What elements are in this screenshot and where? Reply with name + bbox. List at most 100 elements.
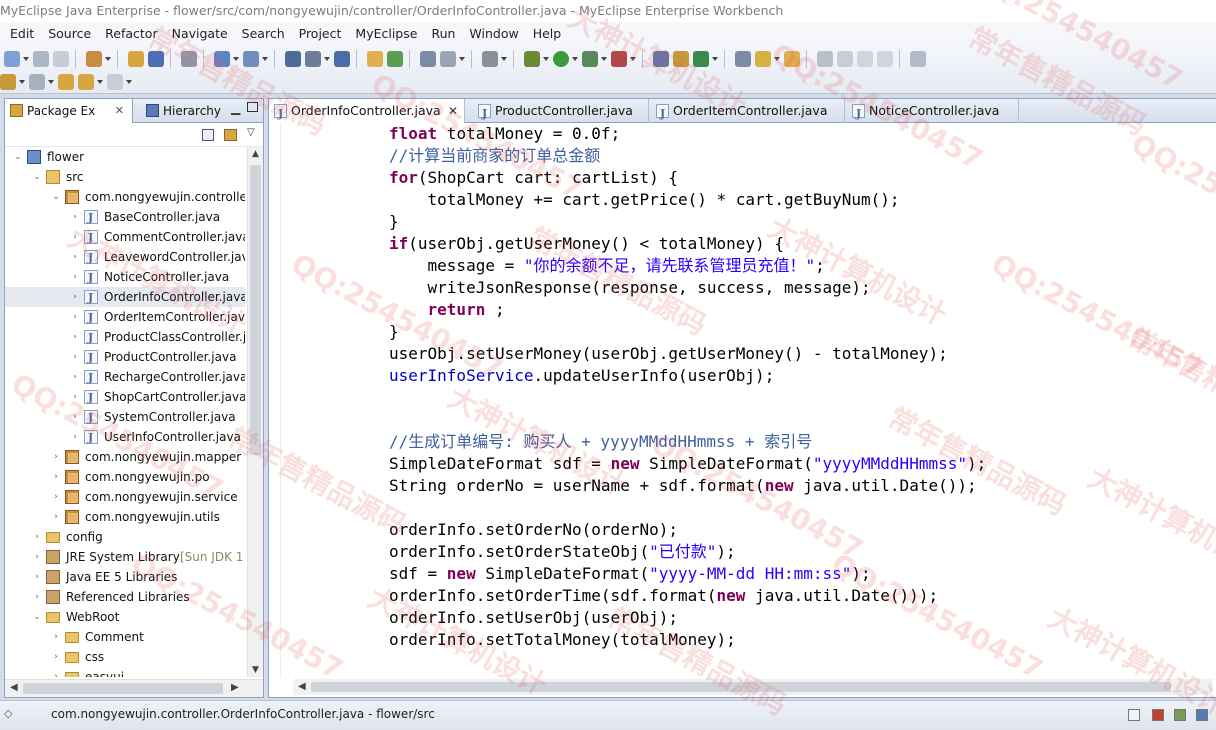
expand-right-icon[interactable]: › <box>32 547 42 567</box>
expand-right-icon[interactable]: › <box>32 527 42 547</box>
new-project-icon[interactable] <box>387 50 403 67</box>
menu-run[interactable]: Run <box>431 26 455 41</box>
tree-item[interactable]: › UserInfoController.java <box>5 427 245 448</box>
expand-right-icon[interactable]: › <box>70 347 80 367</box>
chevron-down-icon[interactable] <box>105 56 111 61</box>
tab-package-explorer[interactable]: Package Ex ✕ <box>5 99 133 123</box>
scroll-right-icon[interactable]: ▶ <box>231 682 239 693</box>
code-line[interactable]: message = "你的余额不足，请先联系管理员充值！"; <box>389 255 825 277</box>
run-config-icon[interactable] <box>582 50 598 67</box>
tree-item[interactable]: ⌄ WebRoot <box>5 607 245 627</box>
explorer-icon[interactable] <box>440 50 456 67</box>
expand-right-icon[interactable]: › <box>70 327 80 347</box>
expand-right-icon[interactable]: › <box>70 247 80 267</box>
code-line[interactable]: userObj.setUserMoney(userObj.getUserMone… <box>389 343 948 365</box>
expand-right-icon[interactable]: › <box>70 227 80 247</box>
code-line[interactable]: return ; <box>389 299 505 321</box>
new-interface-icon[interactable] <box>693 50 709 67</box>
annotation-icon[interactable] <box>837 50 853 67</box>
deploy-icon[interactable] <box>285 50 301 67</box>
expand-right-icon[interactable]: › <box>70 207 80 227</box>
back-icon[interactable] <box>78 73 94 90</box>
code-line[interactable]: float totalMoney = 0.0f; <box>389 123 620 145</box>
tree-item[interactable]: › Referenced Libraries <box>5 587 245 607</box>
status-icon-4[interactable] <box>1196 709 1208 721</box>
code-line[interactable]: } <box>389 321 399 343</box>
scrollbar-thumb[interactable] <box>250 165 261 455</box>
tab-notice-controller[interactable]: NoticeController.java <box>847 99 1019 126</box>
chevron-down-icon[interactable] <box>324 56 330 61</box>
tree-item[interactable]: › CommentController.java <box>5 227 245 248</box>
new-icon[interactable] <box>4 50 20 67</box>
tree-item[interactable]: › NoticeController.java <box>5 267 245 288</box>
expand-right-icon[interactable]: › <box>51 667 61 677</box>
view-menu-icon[interactable]: ▽ <box>247 127 255 138</box>
tab-orderitem-controller[interactable]: OrderItemController.java <box>651 99 845 126</box>
chevron-down-icon[interactable] <box>774 56 780 61</box>
run-icon[interactable] <box>553 50 569 67</box>
toggle-mark-icon[interactable] <box>857 50 873 67</box>
expand-down-icon[interactable]: ⌄ <box>32 167 42 187</box>
tree-item[interactable]: › OrderItemController.java <box>5 307 245 328</box>
folder-icon[interactable] <box>784 50 800 67</box>
expand-right-icon[interactable]: › <box>51 447 61 467</box>
close-icon[interactable]: ✕ <box>115 99 124 123</box>
expand-right-icon[interactable]: › <box>51 487 61 507</box>
code-line[interactable]: totalMoney += cart.getPrice() * cart.get… <box>389 189 900 211</box>
chevron-down-icon[interactable] <box>23 56 29 61</box>
expand-right-icon[interactable]: › <box>70 307 80 327</box>
minimize-icon[interactable]: ▁ <box>231 101 240 115</box>
tab-hierarchy[interactable]: Hierarchy <box>141 99 231 123</box>
tree-item[interactable]: › com.nongyewujin.po <box>5 467 245 487</box>
menu-help[interactable]: Help <box>533 26 562 41</box>
scroll-left-icon[interactable]: ◀ <box>10 682 18 693</box>
tree-item[interactable]: › com.nongyewujin.service <box>5 487 245 507</box>
previous-annotation-icon[interactable] <box>29 73 45 90</box>
expand-right-icon[interactable]: › <box>51 647 61 667</box>
tree-item[interactable]: ⌄ com.nongyewujin.controller <box>5 187 245 207</box>
save-all-icon[interactable] <box>53 50 69 67</box>
chevron-down-icon[interactable] <box>543 56 549 61</box>
tree-item[interactable]: › ProductController.java <box>5 347 245 368</box>
menu-navigate[interactable]: Navigate <box>172 26 228 41</box>
code-line[interactable]: } <box>389 211 399 233</box>
expand-right-icon[interactable]: › <box>51 627 61 647</box>
menu-myeclipse[interactable]: MyEclipse <box>355 26 417 41</box>
maximize-icon[interactable] <box>247 102 258 112</box>
code-line[interactable]: String orderNo = userName + sdf.format(n… <box>389 475 977 497</box>
tab-orderinfo-controller[interactable]: OrderInfoController.java ✕ <box>269 99 465 126</box>
scroll-down-icon[interactable]: ▼ <box>252 665 259 675</box>
code-line[interactable]: orderInfo.setOrderNo(orderNo); <box>389 519 678 541</box>
tree-item[interactable]: › easyui <box>5 667 245 677</box>
tree-item[interactable]: › Comment <box>5 627 245 647</box>
code-line[interactable]: orderInfo.setUserObj(userObj); <box>389 607 678 629</box>
code-line[interactable]: userInfoService.updateUserInfo(userObj); <box>389 365 774 387</box>
debug-icon[interactable] <box>524 50 540 67</box>
tree-item[interactable]: › SystemController.java <box>5 407 245 428</box>
tree-item[interactable]: › LeavewordController.java <box>5 247 245 268</box>
open-type-icon[interactable] <box>86 50 102 67</box>
tree-item[interactable]: › OrderInfoController.java <box>5 287 245 308</box>
scroll-left-icon[interactable]: ◀ <box>298 681 306 692</box>
expand-right-icon[interactable]: › <box>51 507 61 527</box>
status-icon-2[interactable] <box>1152 709 1164 721</box>
link-with-editor-icon[interactable] <box>224 129 237 141</box>
chevron-down-icon[interactable] <box>572 56 578 61</box>
chevron-down-icon[interactable] <box>48 79 54 84</box>
chevron-down-icon[interactable] <box>233 56 239 61</box>
status-icon-3[interactable] <box>1174 709 1186 721</box>
collapse-all-icon[interactable] <box>202 129 214 141</box>
expand-down-icon[interactable]: ⌄ <box>32 607 42 627</box>
tree-item[interactable]: › com.nongyewujin.utils <box>5 507 245 527</box>
expand-down-icon[interactable]: ⌄ <box>51 187 61 207</box>
package-icon[interactable] <box>128 50 144 67</box>
tab-product-controller[interactable]: ProductController.java <box>473 99 649 126</box>
print-icon[interactable] <box>181 50 197 67</box>
chevron-down-icon[interactable] <box>501 56 507 61</box>
code-line[interactable]: orderInfo.setOrderStateObj("已付款"); <box>389 541 736 563</box>
new-wizard-icon[interactable] <box>214 50 230 67</box>
search-icon[interactable] <box>755 50 771 67</box>
block-select-icon[interactable] <box>877 50 893 67</box>
code-line[interactable]: for(ShopCart cart: cartList) { <box>389 167 678 189</box>
code-area[interactable]: float totalMoney = 0.0f;//计算当前商家的订单总金额 fo… <box>269 123 1216 678</box>
